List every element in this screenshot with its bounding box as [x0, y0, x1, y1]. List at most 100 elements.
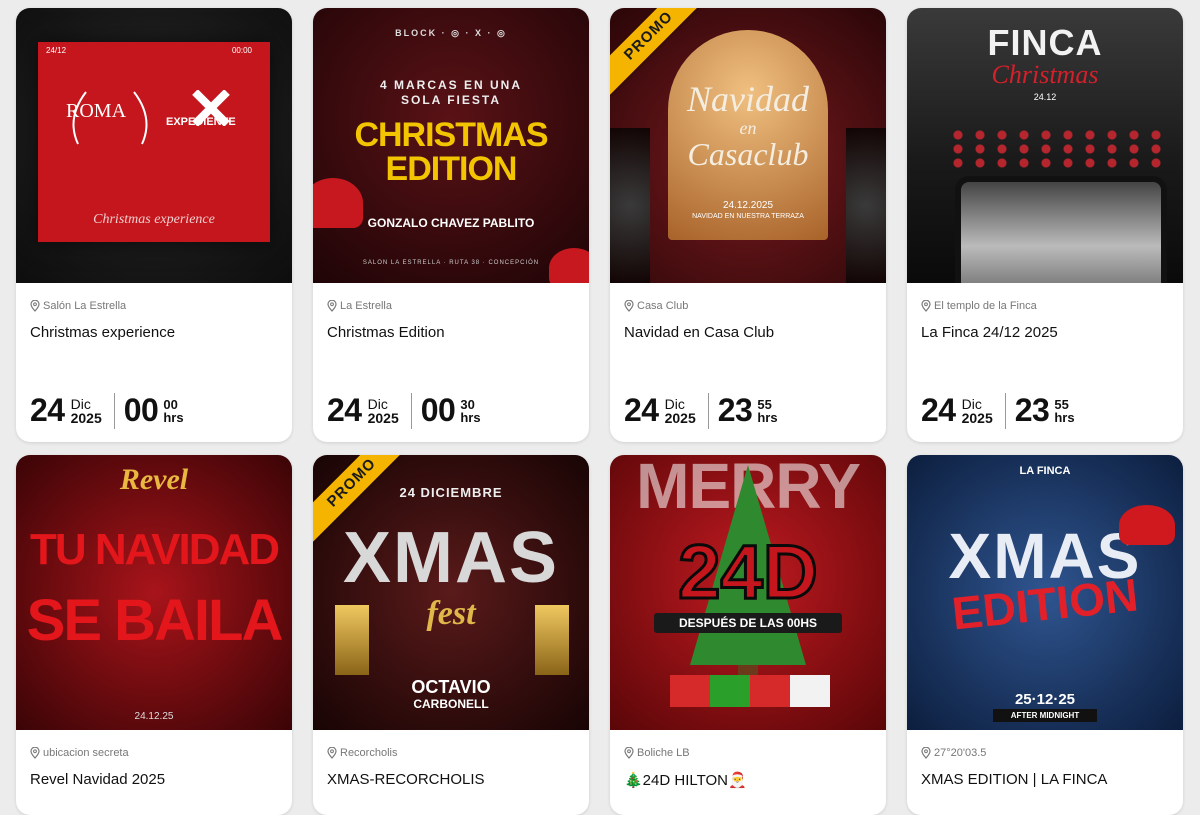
event-title[interactable]: XMAS-RECORCHOLIS [327, 771, 575, 788]
poster-title-line1: TU NAVIDAD [29, 525, 280, 574]
hrs-label: hrs [163, 409, 184, 425]
event-hour: 00 [123, 392, 159, 428]
event-card[interactable]: Navidad en Casaclub 24.12.2025 NAVIDAD E… [610, 8, 886, 442]
event-card[interactable]: BLOCK · ◎ · X · ◎ 4 MARCAS EN UNA SOLA F… [313, 8, 589, 442]
poster-tagline: Christmas experience [93, 212, 215, 227]
venue-name: El templo de la Finca [934, 300, 1037, 312]
location-pin-icon [921, 300, 931, 312]
poster-title-line2: EDITION [385, 150, 518, 188]
venue-name: La Estrella [340, 300, 392, 312]
datetime-divider [707, 392, 709, 429]
datetime-divider [1004, 392, 1006, 429]
event-venue: La Estrella [327, 299, 575, 313]
event-poster[interactable]: MERRY 24D DESPUÉS DE LAS 00HS [610, 455, 886, 730]
poster-title: FINCA [987, 22, 1103, 63]
event-day: 24 [921, 392, 956, 428]
venue-name: Salón La Estrella [43, 300, 127, 312]
event-card[interactable]: Revel TU NAVIDAD SE BAILA 24.12.25 ubica… [16, 455, 292, 815]
location-pin-icon [327, 747, 337, 759]
event-year: 2025 [961, 409, 993, 426]
ornament-right [846, 128, 886, 283]
venue-name: Recorcholis [340, 747, 398, 759]
datetime-divider [113, 392, 115, 429]
venue-name: Boliche LB [637, 747, 690, 759]
poster-corner-right: 00:00 [231, 46, 252, 55]
event-year: 2025 [70, 409, 102, 426]
event-title[interactable]: Christmas Edition [327, 324, 575, 341]
gift-boxes [670, 675, 830, 707]
hrs-label: hrs [460, 409, 481, 425]
location-pin-icon [921, 747, 931, 759]
poster-headline: 4 MARCAS EN UNA SOLA FIESTA [379, 78, 522, 107]
poster-title-line2: SE BAILA [26, 588, 284, 653]
event-minute: 00 [163, 396, 178, 412]
event-title[interactable]: Revel Navidad 2025 [30, 771, 278, 788]
event-year: 2025 [664, 409, 696, 426]
event-poster[interactable]: BLOCK · ◎ · X · ◎ 4 MARCAS EN UNA SOLA F… [313, 8, 589, 283]
ornament-left [610, 128, 650, 283]
event-hour: 00 [420, 392, 456, 428]
event-card[interactable]: FINCA Christmas 24.12 El templo de la Fi… [907, 8, 1183, 442]
event-venue: ubicacion secreta [30, 746, 278, 760]
event-month: Dic [664, 395, 685, 412]
location-pin-icon [624, 300, 634, 312]
poster-script: Christmas [991, 60, 1099, 89]
poster-car-window [955, 176, 1167, 283]
event-card[interactable]: 24 DICIEMBRE XMAS fest OCTAVIO CARBONELL… [313, 455, 589, 815]
poster-location: SALON LA ESTRELLA · RUTA 38 · CONCEPCIÓN [362, 260, 540, 266]
event-title[interactable]: XMAS EDITION | LA FINCA [921, 771, 1169, 788]
event-datetime: 24 Dic 2025 00 00 hrs [30, 392, 184, 429]
poster-title: XMAS [342, 518, 560, 598]
poster-script-line3: Casaclub [687, 136, 809, 172]
reindeer-right [535, 605, 569, 675]
event-venue: Recorcholis [327, 746, 575, 760]
event-title[interactable]: La Finca 24/12 2025 [921, 324, 1169, 341]
poster-brand: LA FINCA [1019, 465, 1071, 477]
event-day: 24 [30, 392, 65, 428]
venue-name: ubicacion secreta [43, 747, 129, 759]
bokeh-lights [947, 128, 1167, 168]
poster-artist-line1: OCTAVIO [411, 677, 491, 697]
event-card[interactable]: MERRY 24D DESPUÉS DE LAS 00HS Boliche LB… [610, 455, 886, 815]
event-poster[interactable]: Navidad en Casaclub 24.12.2025 NAVIDAD E… [610, 8, 886, 283]
event-title[interactable]: Christmas experience [30, 324, 278, 341]
event-poster[interactable]: 24 DICIEMBRE XMAS fest OCTAVIO CARBONELL… [313, 455, 589, 730]
location-pin-icon [30, 300, 40, 312]
event-title[interactable]: 🎄24D HILTON🎅 [624, 771, 872, 789]
event-datetime: 24 Dic 2025 23 55 hrs [624, 392, 778, 429]
event-poster[interactable]: LA FINCA XMAS EDITION 25·12·25 AFTER MID… [907, 455, 1183, 730]
event-month: Dic [70, 395, 91, 412]
event-month: Dic [367, 395, 388, 412]
event-poster[interactable]: 24/12 00:00 ROMA EXPEDIENTE Christmas ex… [16, 8, 292, 283]
event-year: 2025 [367, 409, 399, 426]
event-venue: 27°20'03.5 [921, 746, 1169, 760]
event-poster[interactable]: FINCA Christmas 24.12 [907, 8, 1183, 283]
venue-name: 27°20'03.5 [934, 747, 987, 759]
event-datetime: 24 Dic 2025 00 30 hrs [327, 392, 481, 429]
event-datetime: 24 Dic 2025 23 55 hrs [921, 392, 1075, 429]
event-day: 24 [624, 392, 659, 428]
poster-brand: Revel [119, 463, 189, 496]
event-poster[interactable]: Revel TU NAVIDAD SE BAILA 24.12.25 [16, 455, 292, 730]
event-venue: El templo de la Finca [921, 299, 1169, 313]
event-card[interactable]: 24/12 00:00 ROMA EXPEDIENTE Christmas ex… [16, 8, 292, 442]
reindeer-left [335, 605, 369, 675]
event-venue: Casa Club [624, 299, 872, 313]
poster-subtitle: AFTER MIDNIGHT [993, 709, 1097, 722]
event-venue: Boliche LB [624, 746, 872, 760]
hrs-label: hrs [757, 409, 778, 425]
event-minute: 30 [460, 396, 475, 412]
santa-hat-icon [313, 178, 363, 228]
poster-artist-line2: CARBONELL [413, 697, 489, 711]
poster-title: 24D [677, 529, 819, 617]
poster-brand-expediente: EXPEDIENTE [166, 116, 236, 128]
poster-script-line1: Navidad [687, 79, 809, 119]
event-title[interactable]: Navidad en Casa Club [624, 324, 872, 341]
event-venue: Salón La Estrella [30, 299, 278, 313]
poster-subtitle: NAVIDAD EN NUESTRA TERRAZA [692, 213, 804, 220]
event-hour: 23 [1014, 392, 1050, 428]
event-card[interactable]: LA FINCA XMAS EDITION 25·12·25 AFTER MID… [907, 455, 1183, 815]
poster-date: 25·12·25 [1014, 691, 1076, 708]
venue-name: Casa Club [637, 300, 689, 312]
santa-hat-icon [1119, 505, 1175, 545]
